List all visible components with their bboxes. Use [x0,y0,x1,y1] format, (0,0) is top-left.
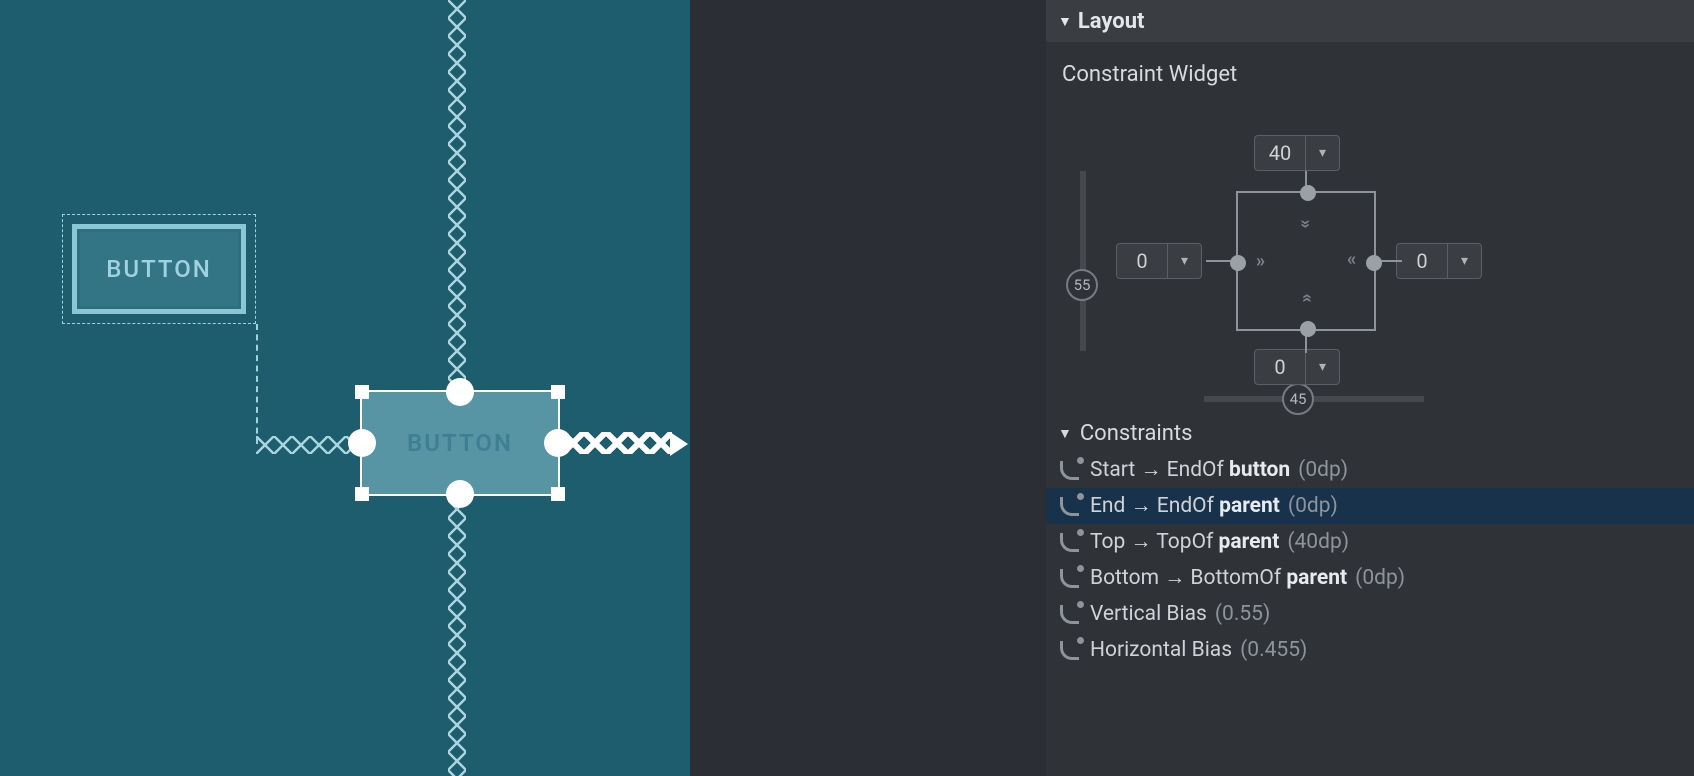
constraint-text: Vertical Bias [1090,602,1207,626]
margin-left-value: 0 [1117,249,1167,273]
margin-right-value: 0 [1397,249,1447,273]
constraint-row[interactable]: Bottom → BottomOf parent (0dp) [1046,560,1694,596]
resize-handle-tl[interactable] [355,385,369,399]
margin-top-field[interactable]: 40 ▾ [1254,135,1340,171]
constraint-icon [1060,495,1082,517]
margin-left-dropdown-icon[interactable]: ▾ [1167,244,1201,278]
cw-size-top-icon[interactable]: » [1296,219,1317,223]
attributes-panel: ▼ Layout Constraint Widget 55 45 40 ▾ 0 … [1046,0,1694,776]
constraint-value: (0dp) [1288,494,1338,518]
margin-bottom-value: 0 [1255,355,1305,379]
button2-label: BUTTON [407,429,513,457]
resize-handle-br[interactable] [551,487,565,501]
constraint-row[interactable]: Horizontal Bias (0.455) [1046,632,1694,668]
resize-handle-bl[interactable] [355,487,369,501]
constraint-value: (40dp) [1287,530,1349,554]
resize-handle-tr[interactable] [551,385,565,399]
constraint-anchor-bottom[interactable] [446,480,474,508]
margin-bottom-dropdown-icon[interactable]: ▾ [1305,350,1339,384]
margin-bottom-field[interactable]: 0 ▾ [1254,349,1340,385]
layout-section-title: Layout [1078,9,1145,34]
constraint-icon [1060,567,1082,589]
vertical-bias-slider[interactable] [1080,171,1086,351]
button1-label: BUTTON [106,255,212,283]
dashed-connector-vertical [256,324,258,444]
constraints-section-header[interactable]: ▼ Constraints [1046,411,1694,452]
horizontal-bias-slider[interactable] [1204,396,1424,402]
constraint-row[interactable]: Vertical Bias (0.55) [1046,596,1694,632]
margin-right-field[interactable]: 0 ▾ [1396,243,1482,279]
constraint-widget-box[interactable]: » » » » [1236,191,1376,331]
design-canvas[interactable]: BUTTON BUTTON [0,0,690,776]
constraint-text: Top → TopOf parent [1090,530,1279,554]
constraint-icon [1060,459,1082,481]
constraint-spring-vertical-top [448,0,466,390]
constraint-widget-title: Constraint Widget [1046,42,1694,91]
collapse-triangle-icon: ▼ [1058,13,1072,30]
margin-top-dropdown-icon[interactable]: ▾ [1305,136,1339,170]
layout-section-header[interactable]: ▼ Layout [1046,0,1694,42]
constraint-widget[interactable]: 55 45 40 ▾ 0 ▾ 0 ▾ 0 ▾ [1046,91,1694,411]
constraint-text: Bottom → BottomOf parent [1090,566,1347,590]
constraint-anchor-left[interactable] [348,429,376,457]
constraint-icon [1060,531,1082,553]
constraint-spring-start [256,436,356,454]
constraint-text: Start → EndOf button [1090,458,1290,482]
constraint-value: (0dp) [1298,458,1348,482]
margin-left-field[interactable]: 0 ▾ [1116,243,1202,279]
vertical-bias-value[interactable]: 55 [1066,269,1098,301]
constraint-text: End → EndOf parent [1090,494,1280,518]
constraint-value: (0.55) [1215,602,1270,626]
button1[interactable]: BUTTON [72,224,246,314]
constraints-list: Start → EndOf button (0dp)End → EndOf pa… [1046,452,1694,668]
constraint-text: Horizontal Bias [1090,638,1232,662]
constraint-row[interactable]: Start → EndOf button (0dp) [1046,452,1694,488]
cw-anchor-bottom[interactable] [1300,321,1316,337]
constraint-spring-vertical-bottom [448,500,466,776]
cw-anchor-left[interactable] [1230,255,1246,271]
constraint-row[interactable]: End → EndOf parent (0dp) [1046,488,1694,524]
cw-anchor-top[interactable] [1300,185,1316,201]
constraint-spring-end [562,432,672,454]
constraint-icon [1060,639,1082,661]
constraint-value: (0dp) [1355,566,1405,590]
horizontal-bias-value[interactable]: 45 [1282,383,1314,415]
margin-top-value: 40 [1255,141,1305,165]
cw-size-bottom-icon[interactable]: » [1296,298,1317,302]
constraints-section-title: Constraints [1080,421,1193,446]
cw-anchor-right[interactable] [1366,255,1382,271]
margin-right-dropdown-icon[interactable]: ▾ [1447,244,1481,278]
app-root: BUTTON BUTTON ▼ Layout Constraint Widget [0,0,1694,776]
cw-size-right-icon[interactable]: » [1352,251,1356,272]
constraint-arrow-end [670,432,688,456]
constraint-value: (0.455) [1240,638,1307,662]
constraint-icon [1060,603,1082,625]
constraint-anchor-top[interactable] [446,378,474,406]
collapse-triangle-icon: ▼ [1058,425,1072,442]
button2-selected[interactable]: BUTTON [360,390,560,496]
constraint-row[interactable]: Top → TopOf parent (40dp) [1046,524,1694,560]
cw-size-left-icon[interactable]: » [1256,251,1260,272]
cw-stub-left [1206,260,1232,262]
